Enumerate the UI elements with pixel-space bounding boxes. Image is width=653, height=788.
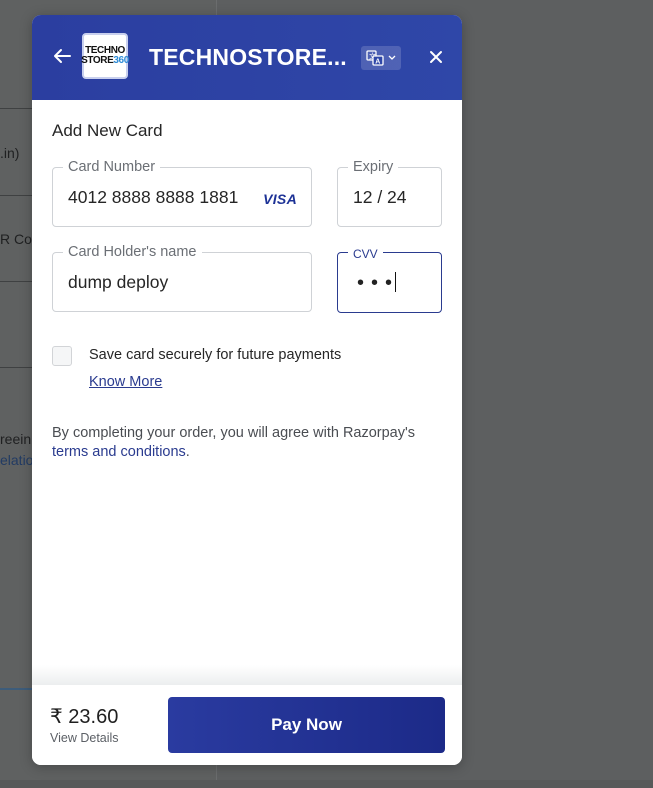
save-card-checkbox[interactable]: [52, 346, 72, 366]
arrow-left-icon[interactable]: [51, 45, 73, 67]
footer-shadow: [32, 665, 462, 685]
save-card-label: Save card securely for future payments: [89, 347, 342, 363]
amount-total: ₹ 23.60: [50, 706, 119, 728]
terms-text: By completing your order, you will agree…: [52, 424, 432, 462]
terms-suffix: .: [185, 444, 190, 460]
cvv-field[interactable]: CVV •••: [337, 245, 442, 313]
card-holder-name-input[interactable]: dump deploy: [68, 272, 168, 293]
modal-footer: ₹ 23.60 View Details Pay Now: [32, 685, 462, 765]
background-text: .in): [0, 145, 20, 161]
svg-text:A: A: [375, 59, 380, 66]
close-icon[interactable]: [426, 47, 446, 67]
cvv-label: CVV: [348, 245, 383, 263]
card-holder-name-field[interactable]: Card Holder's name dump deploy: [52, 243, 312, 312]
background-footer: [0, 780, 653, 788]
modal-header: TECHNO STORE360 TECHNOSTORE... 文 A: [32, 15, 462, 100]
know-more-link[interactable]: Know More: [89, 374, 162, 390]
form-title: Add New Card: [52, 121, 163, 140]
cvv-input[interactable]: •••: [357, 272, 399, 295]
background-text: reein: [0, 431, 32, 447]
expiry-field[interactable]: Expiry 12 / 24: [337, 158, 442, 227]
background-text: R Co: [0, 231, 32, 247]
chevron-down-icon: [388, 55, 396, 60]
terms-link[interactable]: terms and conditions: [52, 444, 186, 460]
translate-icon: 文 A: [366, 50, 384, 66]
terms-prefix: By completing your order, you will agree…: [52, 425, 416, 441]
merchant-logo: TECHNO STORE360: [81, 33, 129, 79]
language-button[interactable]: 文 A: [361, 46, 401, 70]
logo-text-line2: STORE360: [81, 56, 129, 66]
pay-now-button[interactable]: Pay Now: [168, 697, 445, 753]
merchant-name: TECHNOSTORE...: [149, 44, 347, 70]
card-number-field[interactable]: Card Number 4012 8888 8888 1881 VISA: [52, 158, 312, 227]
background-link: elatio: [0, 452, 34, 468]
card-number-label: Card Number: [63, 158, 161, 176]
checkout-modal: TECHNO STORE360 TECHNOSTORE... 文 A Add N…: [32, 15, 462, 765]
cvv-masked-value: •••: [357, 272, 400, 294]
expiry-label: Expiry: [348, 158, 399, 176]
visa-logo-icon: VISA: [263, 191, 297, 207]
card-holder-name-label: Card Holder's name: [63, 243, 202, 261]
logo-suffix-text: 360: [113, 55, 129, 66]
card-number-input[interactable]: 4012 8888 8888 1881: [68, 187, 238, 208]
expiry-input[interactable]: 12 / 24: [353, 187, 407, 208]
text-cursor: [395, 272, 397, 292]
view-details-link[interactable]: View Details: [50, 731, 119, 745]
logo-store-text: STORE: [81, 55, 114, 66]
